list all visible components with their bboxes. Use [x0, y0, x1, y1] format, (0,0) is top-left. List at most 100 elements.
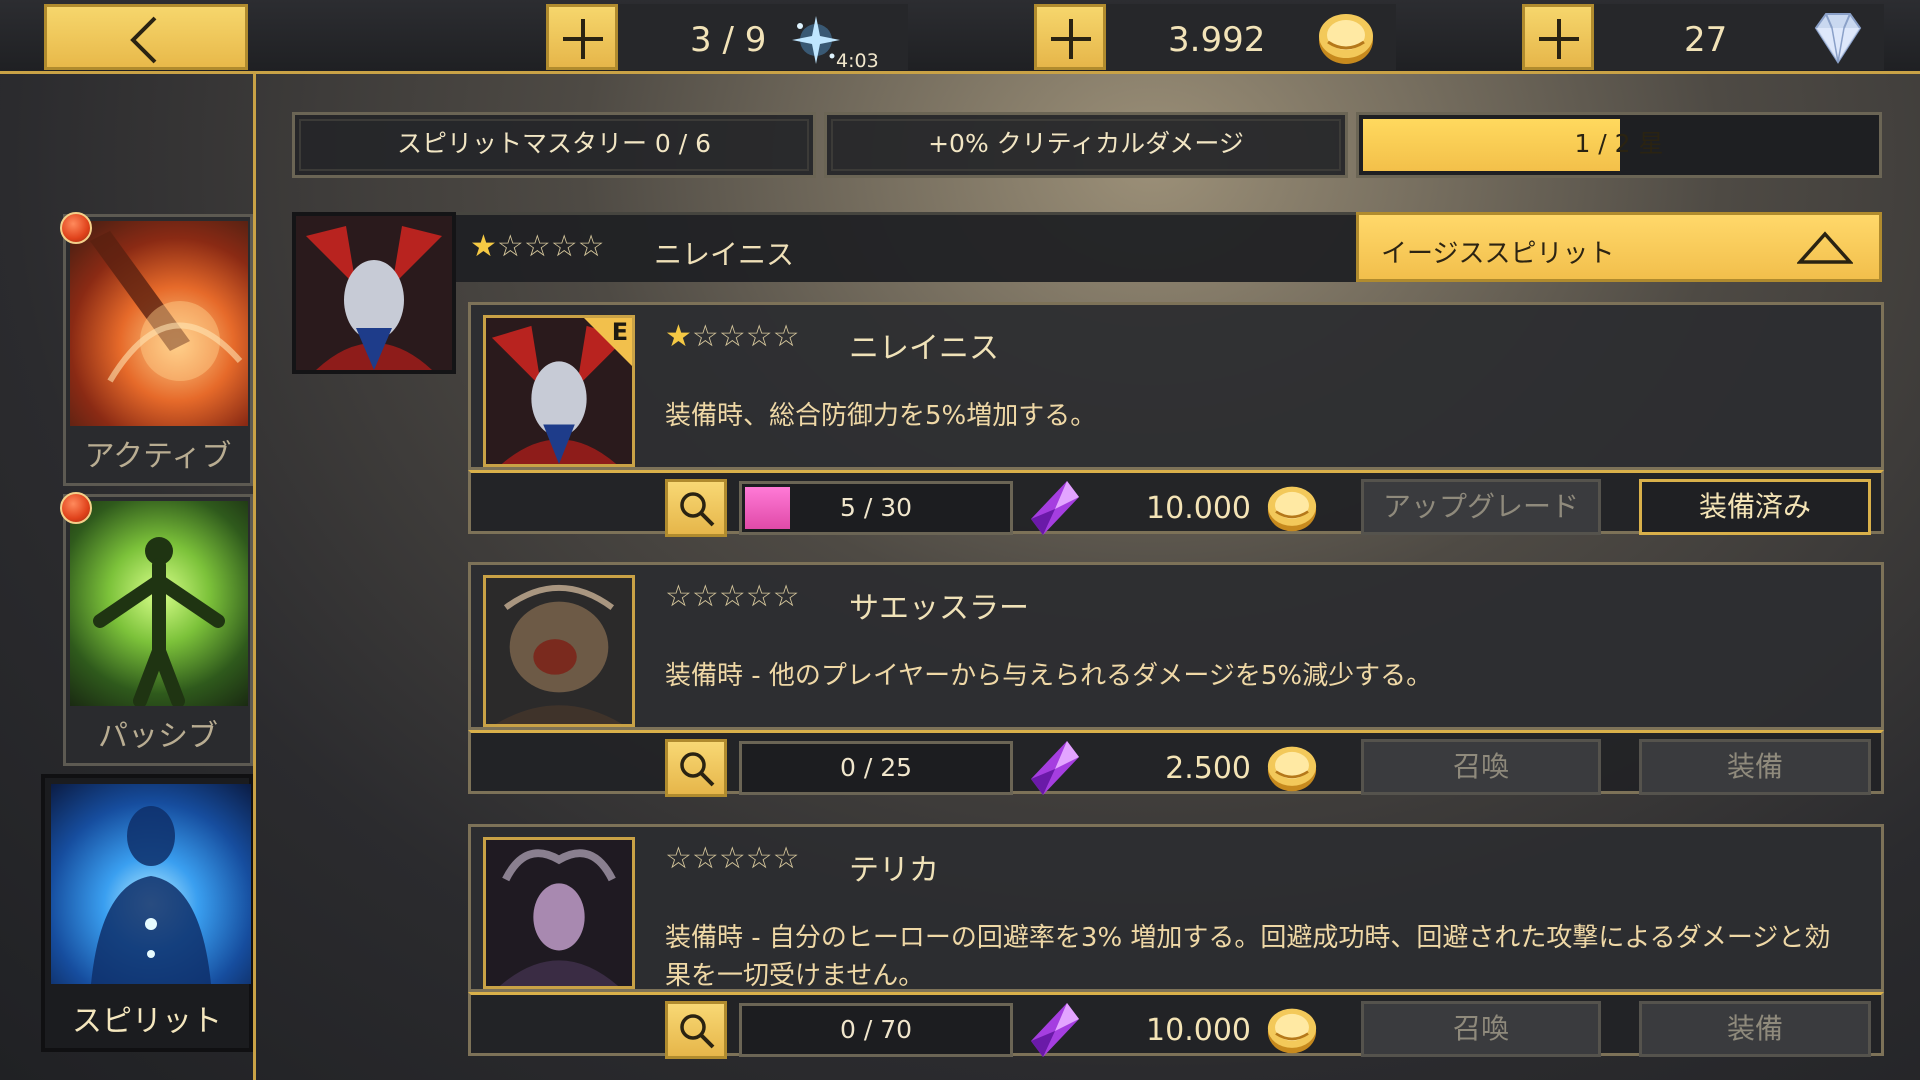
spirit-description: 装備時、総合防御力を5%増加する。: [665, 401, 1097, 431]
tab-active-skills[interactable]: アクティブ: [63, 214, 253, 486]
star-icon: ☆: [496, 229, 524, 264]
diamond-gem-icon: [1814, 13, 1862, 64]
summon-button[interactable]: 召喚: [1361, 1001, 1601, 1057]
star-icon: ☆: [523, 229, 551, 264]
upgrade-cost: 10.000: [1146, 491, 1251, 526]
star-icon: ☆: [665, 579, 692, 614]
gold-value: 3.992: [1168, 20, 1266, 60]
shard-progress-bar: 0 / 25: [739, 741, 1013, 795]
spirit-mastery-box: スピリットマスタリー 0 / 6: [292, 112, 816, 178]
spirit-tab-image: [51, 784, 251, 984]
star-icon: ☆: [550, 229, 578, 264]
spirit-portrait[interactable]: [483, 575, 635, 727]
tab-spirit-label: スピリット: [72, 1004, 222, 1039]
energy-timer: 4:03: [836, 50, 879, 72]
notification-badge: [60, 492, 92, 524]
star-icon: ☆: [745, 579, 773, 614]
search-icon: [680, 1014, 715, 1049]
dropdown-label: イージススピリット: [1381, 239, 1615, 269]
sidebar-divider: [253, 74, 256, 1080]
tab-spirits[interactable]: スピリット: [41, 774, 253, 1052]
spirit-description: 装備時 - 他のプレイヤーから与えられるダメージを5%減少する。: [665, 661, 1433, 691]
add-gold-button[interactable]: [1034, 4, 1106, 70]
spirit-card: ☆☆☆☆☆ テリカ 装備時 - 自分のヒーローの回避率を3% 増加する。回避成功時、…: [468, 824, 1884, 1059]
plus-icon: [563, 19, 603, 59]
selected-spirit-portrait: [292, 212, 456, 374]
gold-coin-icon: [1267, 746, 1317, 792]
star-icon: ☆: [772, 841, 800, 876]
spirit-name: サエッスラー: [849, 591, 1029, 626]
gem-value: 27: [1684, 20, 1728, 60]
spirit-card: ☆☆☆☆☆ サエッスラー装備時 - 他のプレイヤーから与えられるダメージを5%減少…: [468, 562, 1884, 797]
search-icon: [680, 492, 715, 527]
search-icon: [680, 752, 715, 787]
star-icon: ☆: [745, 841, 773, 876]
star-icon: ★: [470, 229, 497, 264]
selected-spirit-name: ニレイニス: [654, 238, 795, 271]
star-icon: ☆: [665, 841, 692, 876]
star-icon: ☆: [772, 319, 800, 354]
inspect-button[interactable]: [665, 739, 727, 797]
star-rating: ☆☆☆☆☆: [665, 841, 800, 876]
add-energy-button[interactable]: [546, 4, 618, 70]
spirit-description: 装備時 - 自分のヒーローの回避率を3% 増加する。回避成功時、回避された攻撃に…: [665, 923, 1831, 991]
selected-star-rating: ★☆☆☆☆: [470, 229, 605, 264]
active-skill-image: [70, 221, 248, 426]
spirit-card-info: ☆☆☆☆☆ テリカ 装備時 - 自分のヒーローの回避率を3% 増加する。回避成功時、…: [468, 824, 1884, 992]
star-icon: ☆: [577, 229, 605, 264]
chevron-up-icon: [1797, 231, 1853, 264]
top-resource-bar: 3 / 9 4:03 3.992 27: [0, 0, 1920, 74]
back-button[interactable]: [44, 4, 248, 70]
star-icon: ☆: [691, 841, 719, 876]
inspect-button[interactable]: [665, 479, 727, 537]
back-arrow-icon: [130, 16, 157, 64]
upgrade-button[interactable]: アップグレード: [1361, 479, 1601, 535]
star-icon: ☆: [718, 841, 746, 876]
spirit-card-actions: 0 / 70 10.000 召喚 装備: [468, 992, 1884, 1059]
spirit-name: テリカ: [849, 853, 939, 888]
spirit-category-dropdown[interactable]: イージススピリット: [1356, 212, 1882, 282]
star-rating: ☆☆☆☆☆: [665, 579, 800, 614]
shard-progress-bar: 0 / 70: [739, 1003, 1013, 1057]
svg-text:E: E: [612, 318, 628, 346]
star-icon: ☆: [718, 579, 746, 614]
star-icon: ★: [665, 319, 692, 354]
plus-icon: [1539, 19, 1579, 59]
purple-crystal-icon: [1031, 481, 1079, 535]
spirit-portrait[interactable]: E: [483, 315, 635, 467]
equip-button[interactable]: 装備: [1639, 739, 1871, 795]
tab-passive-skills[interactable]: パッシブ: [63, 494, 253, 766]
shard-progress-text: 0 / 25: [839, 753, 913, 782]
spirit-card-info: ☆☆☆☆☆ サエッスラー装備時 - 他のプレイヤーから与えられるダメージを5%減少…: [468, 562, 1884, 730]
star-icon: ☆: [691, 579, 719, 614]
equip-button[interactable]: 装備: [1639, 1001, 1871, 1057]
inspect-button[interactable]: [665, 1001, 727, 1059]
upgrade-cost: 2.500: [1165, 751, 1251, 786]
gold-display: 3.992: [1106, 4, 1396, 70]
energy-value: 3 / 9: [690, 20, 767, 60]
spirit-card-actions: 0 / 25 2.500 召喚 装備: [468, 730, 1884, 797]
notification-badge: [60, 212, 92, 244]
add-gem-button[interactable]: [1522, 4, 1594, 70]
star-progress-text: 1 / 2 星: [1574, 129, 1664, 158]
gem-display: 27: [1594, 4, 1884, 70]
purple-crystal-icon: [1031, 741, 1079, 795]
crit-damage-box: +0% クリティカルダメージ: [824, 112, 1348, 178]
summon-button[interactable]: 召喚: [1361, 739, 1601, 795]
spirit-name: ニレイニス: [849, 331, 999, 366]
gold-coin-icon: [1267, 486, 1317, 532]
spirit-card-info: E ★☆☆☆☆ ニレイニス 装備時、総合防御力を5%増加する。: [468, 302, 1884, 470]
upgrade-cost: 10.000: [1146, 1013, 1251, 1048]
selected-spirit-bar: ★☆☆☆☆ ニレイニス: [456, 212, 1356, 282]
spirit-portrait[interactable]: [483, 837, 635, 989]
grade-badge: E: [584, 318, 632, 366]
energy-display: 3 / 9 4:03: [618, 4, 908, 72]
star-progress-bar: 1 / 2 星: [1356, 112, 1882, 178]
star-icon: ☆: [718, 319, 746, 354]
gold-coin-icon: [1267, 1008, 1317, 1054]
spirit-card: E ★☆☆☆☆ ニレイニス 装備時、総合防御力を5%増加する。 5 / 30 10.000…: [468, 302, 1884, 537]
shard-progress-text: 5 / 30: [839, 493, 913, 522]
tab-passive-label: パッシブ: [98, 719, 218, 754]
star-icon: ☆: [745, 319, 773, 354]
equipped-button[interactable]: 装備済み: [1639, 479, 1871, 535]
